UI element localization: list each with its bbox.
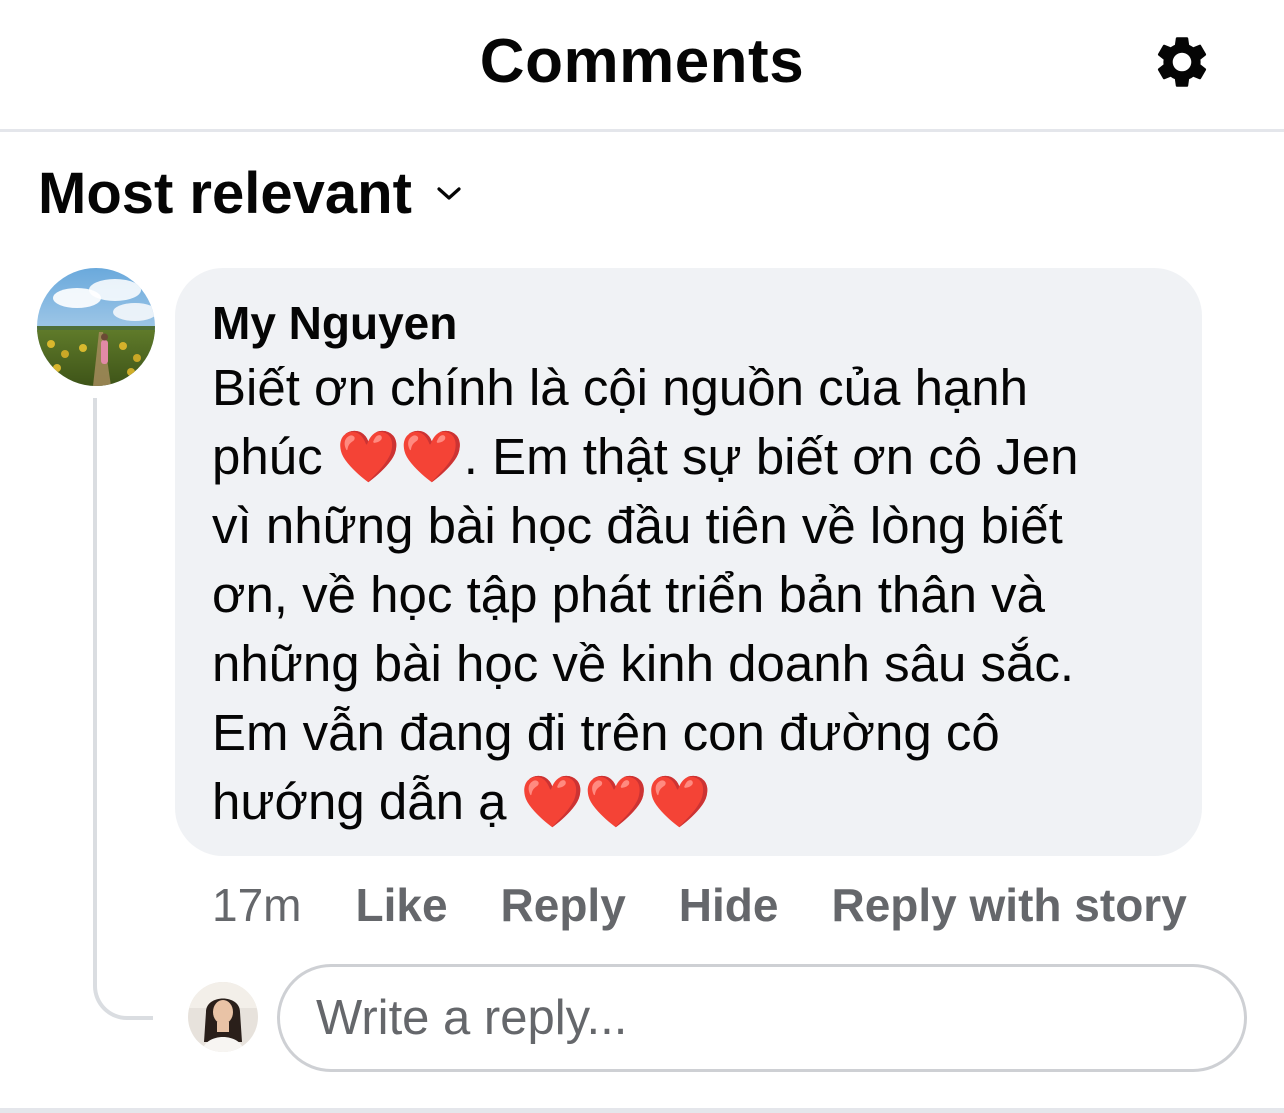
settings-button[interactable]: [1148, 28, 1216, 96]
comment-bubble: My Nguyen Biết ơn chính là cội nguồn của…: [175, 268, 1202, 856]
reply-input[interactable]: [277, 964, 1247, 1072]
commenter-avatar[interactable]: [37, 268, 155, 386]
reply-row: [0, 964, 1284, 1074]
comment-timestamp: 17m: [212, 879, 302, 931]
page-title: Comments: [479, 27, 805, 96]
chevron-down-icon: [434, 184, 464, 204]
gear-icon: [1157, 37, 1207, 87]
hide-button[interactable]: Hide: [679, 872, 779, 938]
comments-header: Comments: [0, 0, 1284, 130]
comment-author[interactable]: My Nguyen: [212, 290, 457, 356]
header-divider: [0, 129, 1284, 132]
reply-button[interactable]: Reply: [501, 872, 626, 938]
thread-connector-line: [93, 398, 153, 1020]
comment-actions: 17m Like Reply Hide Reply with story: [212, 872, 1240, 938]
sort-label: Most relevant: [38, 161, 412, 226]
user-avatar[interactable]: [188, 982, 258, 1052]
comment-text: Biết ơn chính là cội nguồn của hạnh phúc…: [212, 359, 1079, 830]
reply-with-story-button[interactable]: Reply with story: [831, 872, 1186, 938]
bottom-divider: [0, 1108, 1284, 1113]
like-button[interactable]: Like: [355, 872, 447, 938]
sort-dropdown[interactable]: Most relevant: [38, 158, 464, 230]
